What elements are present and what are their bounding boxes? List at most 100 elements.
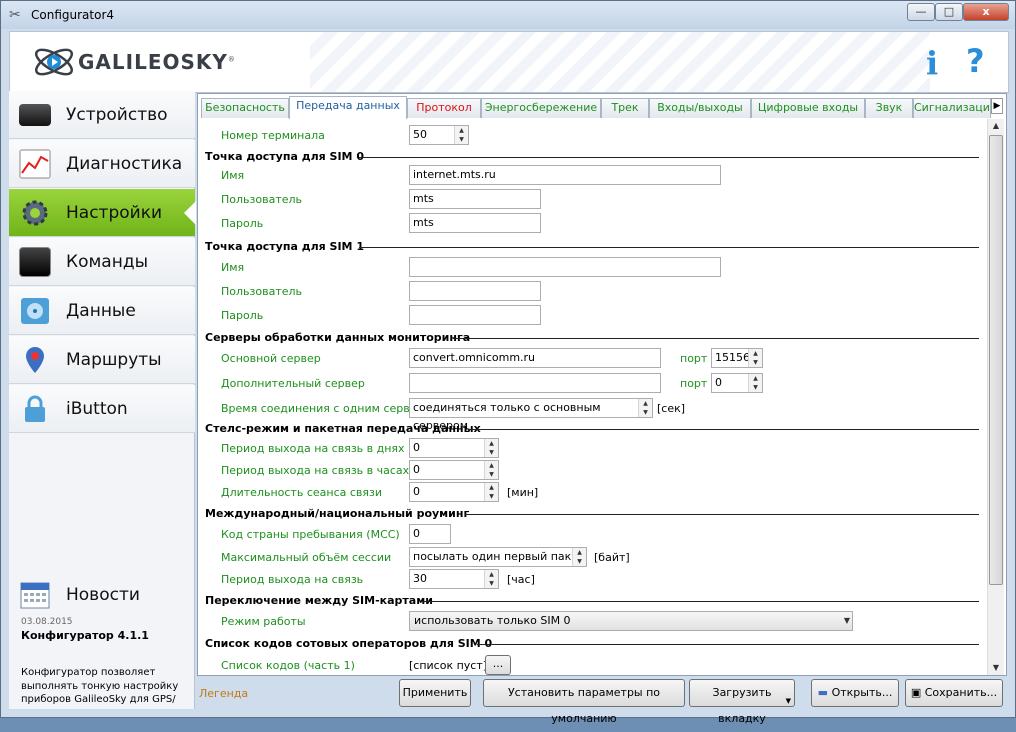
sidebar-item-data[interactable]: Данные <box>9 287 195 335</box>
load-tab-button[interactable]: Загрузить вкладку ▼ <box>689 679 795 725</box>
edit-codes-button[interactable]: ... <box>485 655 511 675</box>
sidebar-item-label: Команды <box>66 252 149 272</box>
tab-power-saving[interactable]: Энергосбережение <box>481 98 601 118</box>
description-line: приборов GalileoSky для GPS/ <box>21 694 176 705</box>
add-server-row: Дополнительный сервер порт 0 ▲ ▼ <box>199 373 979 393</box>
sidebar-item-settings[interactable]: Настройки <box>9 189 196 237</box>
tab-security[interactable]: Безопасность <box>201 98 289 118</box>
chart-icon <box>19 149 51 179</box>
bottom-toolbar: Легенда Применить Установить параметры п… <box>197 677 1009 725</box>
field-label: Время соединения с одним сервером <box>221 402 439 415</box>
terminal-row: Номер терминала 50 ▲ ▼ <box>199 125 979 145</box>
session-row: Длительность сеанса связи 0 ▲ ▼ [мин] <box>199 482 979 502</box>
save-button[interactable]: ▣ Сохранить... <box>905 679 1003 707</box>
terminal-icon <box>19 247 51 277</box>
device-icon <box>19 104 51 126</box>
vertical-scrollbar[interactable]: ▲ ▼ <box>987 119 1004 675</box>
sim0-user-row: Пользователь mts <box>199 189 979 209</box>
tab-digital-inputs[interactable]: Цифровые входы <box>751 98 865 118</box>
unit-label: [мин] <box>507 486 539 499</box>
sidebar-item-label: Маршруты <box>66 350 162 370</box>
sidebar-item-ibutton[interactable]: iButton <box>9 385 195 433</box>
mode-select[interactable]: использовать только SIM 0 ▼ <box>409 611 853 631</box>
data-transfer-form: Номер терминала 50 ▲ ▼ Точка доступа для S… <box>199 119 987 675</box>
sim1-password-input[interactable] <box>409 305 541 325</box>
field-label: Период выхода на связь в днях <box>221 442 405 455</box>
scroll-down-icon[interactable]: ▼ <box>988 661 1004 675</box>
defaults-button[interactable]: Установить параметры по умолчанию <box>483 679 685 725</box>
calendar-icon <box>20 582 50 609</box>
mcc-input[interactable]: 0 <box>409 524 451 544</box>
tab-alarm[interactable]: Сигнализация <box>913 98 991 118</box>
sim1-name-input[interactable] <box>409 257 721 277</box>
sim0-password-input[interactable]: mts <box>409 213 541 233</box>
tab-scroll-right-icon[interactable]: ▶ <box>991 98 1003 114</box>
title-bar: ✂ Configurator4 — □ x <box>1 1 1015 29</box>
section-divider <box>359 247 979 248</box>
description-line: выполнять тонкую настройку <box>21 681 179 692</box>
tab-track[interactable]: Трек <box>601 98 649 118</box>
sim0-user-input[interactable]: mts <box>409 189 541 209</box>
sidebar-item-commands[interactable]: Команды <box>9 238 195 286</box>
max-session-stepper[interactable]: посылать один первый пакет ▲ ▼ <box>409 547 587 567</box>
section-title: Переключение между SIM-картами <box>205 594 433 607</box>
sidebar-item-news[interactable]: Новости <box>9 571 195 619</box>
session-stepper[interactable]: 0 ▲ ▼ <box>409 482 499 502</box>
main-server-input[interactable]: convert.omnicomm.ru <box>409 348 661 368</box>
sidebar-item-device[interactable]: Устройство <box>9 91 195 139</box>
disk-icon <box>21 298 49 324</box>
conn-time-row: Время соединения с одним сервером соедин… <box>199 398 979 432</box>
app-header: GALILEOSKY® i ? <box>9 31 1009 93</box>
tab-inputs-outputs[interactable]: Входы/выходы <box>649 98 751 118</box>
minimize-button[interactable]: — <box>907 3 935 21</box>
field-label: Режим работы <box>221 615 306 628</box>
galileosky-logo-icon <box>34 48 74 76</box>
terminal-number-stepper[interactable]: 50 ▲ ▼ <box>409 125 469 145</box>
port-label: порт <box>680 352 708 365</box>
add-server-input[interactable] <box>409 373 661 393</box>
help-icon[interactable]: ? <box>966 42 985 80</box>
conn-time-stepper[interactable]: соединяться только с основным сервером ▲ ▼ <box>409 398 653 432</box>
apply-button[interactable]: Применить <box>399 679 471 707</box>
field-label: Имя <box>221 261 245 274</box>
open-button[interactable]: ▬ Открыть... <box>811 679 899 707</box>
period-days-stepper[interactable]: 0 ▲ ▼ <box>409 438 499 458</box>
field-label: Максимальный объём сессии <box>221 551 392 564</box>
period-hours-stepper[interactable]: 0 ▲ ▼ <box>409 460 499 480</box>
mcc-row: Код страны пребывания (MCC) 0 <box>199 524 979 544</box>
close-button[interactable]: x <box>963 3 1009 21</box>
add-port-stepper[interactable]: 0 ▲ ▼ <box>711 373 763 393</box>
field-label: Пароль <box>221 217 264 230</box>
folder-icon: ▬ <box>817 686 832 699</box>
section-title: Точка доступа для SIM 1 <box>205 240 364 253</box>
unit-label: [байт] <box>594 551 630 564</box>
tab-sound[interactable]: Звук <box>865 98 913 118</box>
maximize-button[interactable]: □ <box>935 3 963 21</box>
main-server-row: Основной сервер convert.omnicomm.ru порт… <box>199 348 979 368</box>
legend-link[interactable]: Легенда <box>199 687 248 700</box>
field-label: Период выхода на связь <box>221 573 364 586</box>
app-window: ✂ Configurator4 — □ x GALILEOSKY® i ? Ус… <box>0 0 1016 725</box>
tab-protocol[interactable]: Протокол <box>407 98 481 118</box>
field-label: Дополнительный сервер <box>221 377 365 390</box>
sidebar-item-label: Данные <box>66 301 136 321</box>
logo-text: GALILEOSKY® <box>78 50 236 74</box>
sim1-user-input[interactable] <box>409 281 541 301</box>
field-label: Список кодов (часть 1) <box>221 659 355 672</box>
period-hours-row: Период выхода на связь в часах 0 ▲ ▼ <box>199 460 979 480</box>
sidebar-item-routes[interactable]: Маршруты <box>9 336 195 384</box>
scroll-up-icon[interactable]: ▲ <box>988 119 1004 133</box>
info-icon[interactable]: i <box>926 44 938 82</box>
period-stepper[interactable]: 30 ▲ ▼ <box>409 569 499 589</box>
tab-data-transfer[interactable]: Передача данных <box>289 96 407 119</box>
section-title: Список кодов сотовых операторов для SIM … <box>205 637 493 650</box>
sim0-password-row: Пароль mts <box>199 213 979 233</box>
scroll-thumb[interactable] <box>989 135 1003 585</box>
pin-icon <box>26 347 44 373</box>
main-port-stepper[interactable]: 15156 ▲ ▼ <box>711 348 763 368</box>
sim0-name-input[interactable]: internet.mts.ru <box>409 165 721 185</box>
field-label: Длительность сеанса связи <box>221 486 382 499</box>
sidebar-item-diagnostics[interactable]: Диагностика <box>9 140 195 188</box>
floppy-icon: ▣ <box>910 686 925 699</box>
field-label: Код страны пребывания (MCC) <box>221 528 400 541</box>
